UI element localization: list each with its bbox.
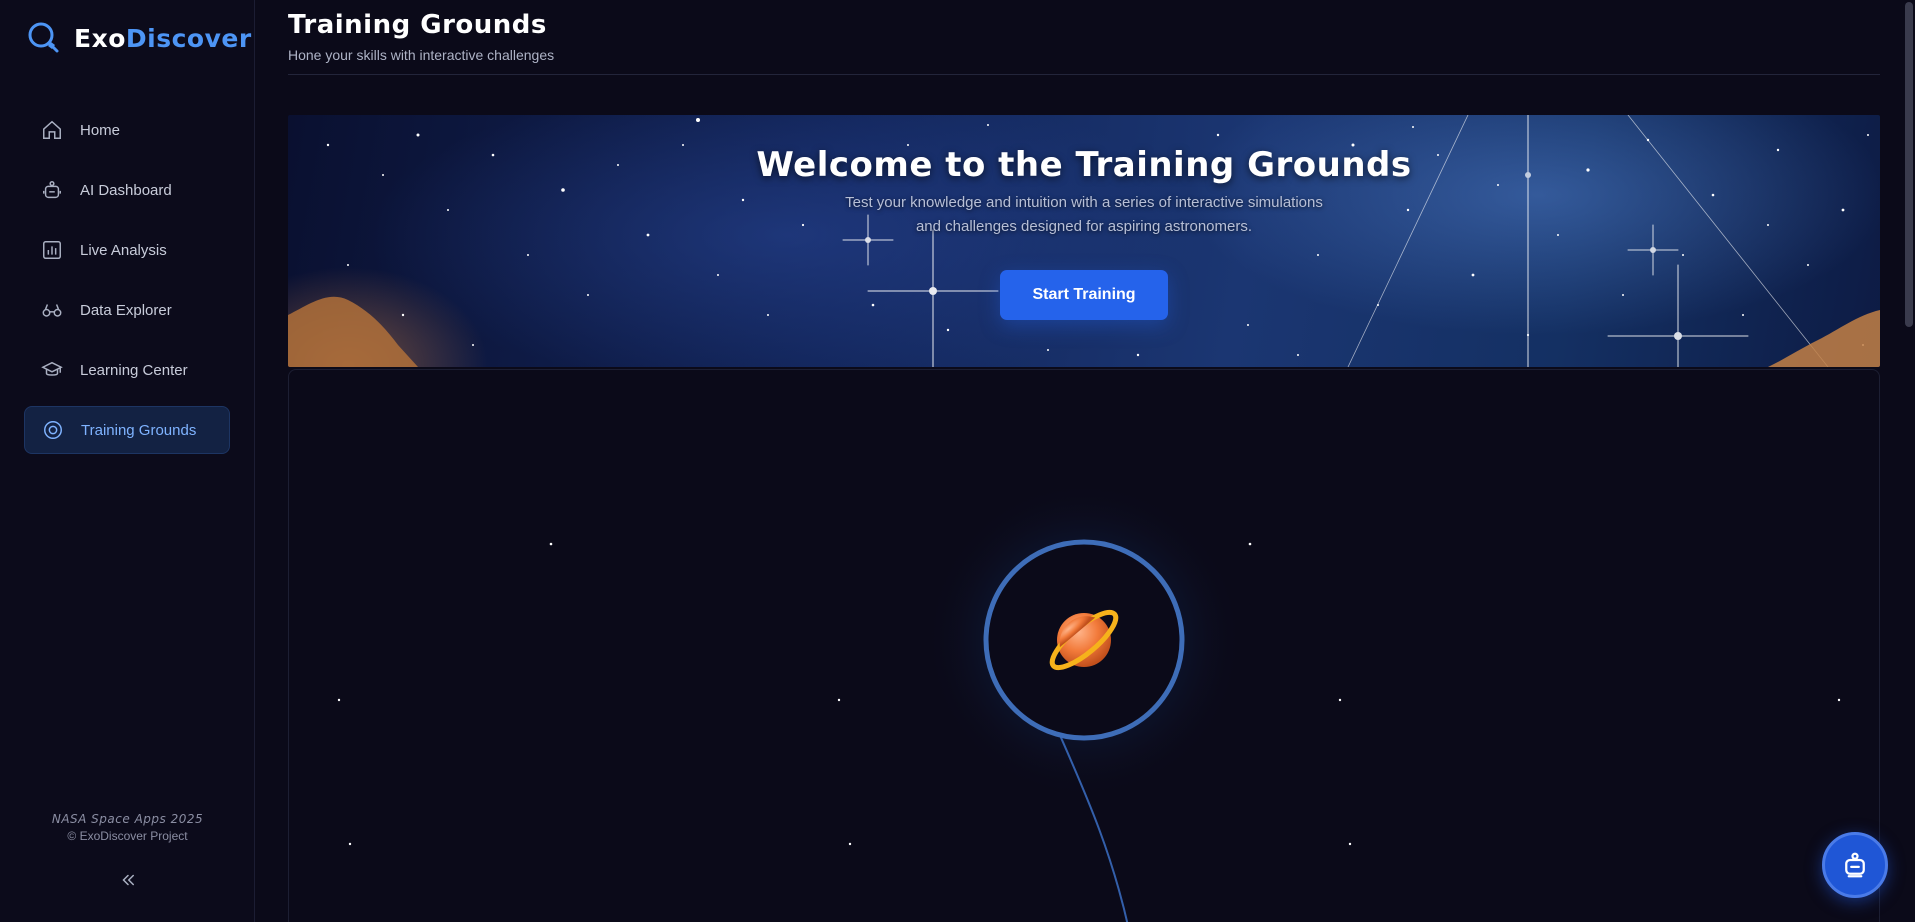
sidebar-item-label: AI Dashboard xyxy=(80,181,172,199)
page-title: Training Grounds xyxy=(288,10,547,40)
sidebar-item-label: Data Explorer xyxy=(80,301,172,319)
sidebar-footer: NASA Space Apps 2025 © ExoDiscover Proje… xyxy=(0,812,255,843)
robot-icon xyxy=(1845,852,1865,878)
home-icon xyxy=(40,118,64,142)
sidebar-item-home[interactable]: Home xyxy=(24,106,230,154)
logo-magnifier-icon xyxy=(28,22,59,53)
app-window: ExoDiscover Home AI Dashboard Live Analy… xyxy=(0,0,1915,922)
page-scrollbar[interactable] xyxy=(1903,0,1915,922)
scrollbar-thumb[interactable] xyxy=(1905,2,1913,327)
sidebar-item-label: Live Analysis xyxy=(80,241,167,259)
sidebar-item-ai-dashboard[interactable]: AI Dashboard xyxy=(24,166,230,214)
sidebar-nav: Home AI Dashboard Live Analysis Data Exp… xyxy=(24,106,230,466)
brand-name-part2: Discover xyxy=(125,23,252,53)
ai-assistant-button[interactable] xyxy=(1822,832,1888,898)
simulation-scene xyxy=(337,480,1841,922)
sidebar-item-label: Learning Center xyxy=(80,361,188,379)
robot-icon xyxy=(40,178,64,202)
brand-name-part1: Exo xyxy=(74,23,126,53)
sidebar-item-label: Home xyxy=(80,121,121,139)
sidebar-item-data-explorer[interactable]: Data Explorer xyxy=(24,286,230,334)
collapse-sidebar-button[interactable] xyxy=(113,866,143,894)
sidebar-item-learning-center[interactable]: Learning Center xyxy=(24,346,230,394)
bar-chart-icon xyxy=(40,238,64,262)
sidebar-item-live-analysis[interactable]: Live Analysis xyxy=(24,226,230,274)
header-divider xyxy=(288,74,1880,75)
target-icon xyxy=(41,418,65,442)
sidebar-item-training-grounds[interactable]: Training Grounds xyxy=(24,406,230,454)
brand-name: ExoDiscover xyxy=(74,24,252,53)
binoculars-icon xyxy=(40,298,64,322)
hero-description: Test your knowledge and intuition with a… xyxy=(845,194,1323,235)
page-subtitle: Hone your skills with interactive challe… xyxy=(288,47,555,63)
double-chevron-left-icon xyxy=(122,874,134,886)
sidebar-item-label: Training Grounds xyxy=(81,421,197,439)
sidebar: ExoDiscover Home AI Dashboard Live Analy… xyxy=(0,0,255,922)
brand-logo[interactable]: ExoDiscover xyxy=(26,18,252,58)
event-label: NASA Space Apps 2025 xyxy=(51,812,204,826)
start-training-button[interactable]: Start Training xyxy=(1000,270,1168,320)
training-simulation-canvas[interactable] xyxy=(288,369,1880,922)
graduation-cap-icon xyxy=(40,358,64,382)
copyright-label: © ExoDiscover Project xyxy=(67,829,188,843)
hero-banner: Welcome to the Training Grounds Test you… xyxy=(288,115,1880,367)
hero-title: Welcome to the Training Grounds xyxy=(756,145,1412,185)
